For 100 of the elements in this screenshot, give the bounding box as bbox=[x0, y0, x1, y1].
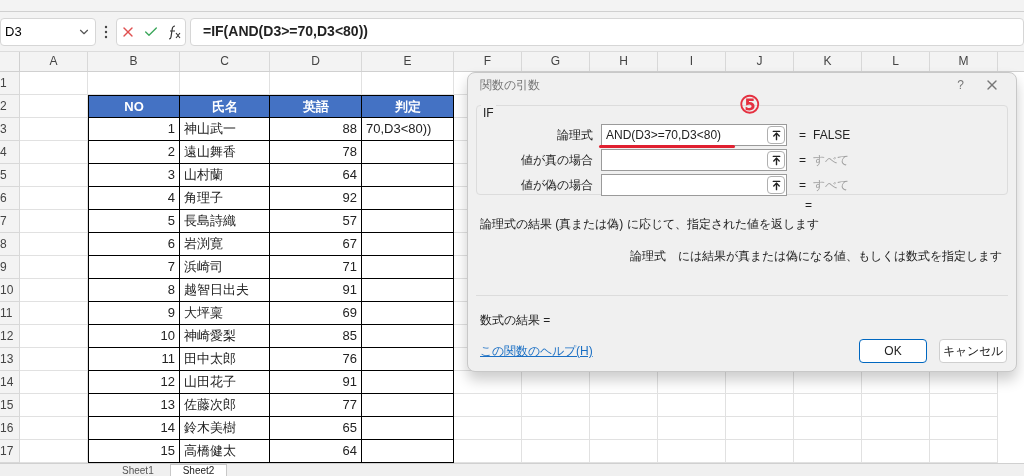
table-cell[interactable] bbox=[362, 279, 454, 302]
table-cell[interactable] bbox=[362, 256, 454, 279]
grid-cell[interactable] bbox=[590, 394, 658, 417]
table-cell[interactable]: 69 bbox=[270, 302, 362, 325]
table-cell[interactable]: 4 bbox=[88, 187, 180, 210]
table-cell[interactable]: 64 bbox=[270, 164, 362, 187]
table-cell[interactable]: 67 bbox=[270, 233, 362, 256]
column-label[interactable]: C bbox=[220, 52, 229, 70]
table-cell[interactable]: 3 bbox=[88, 164, 180, 187]
grid-cell[interactable] bbox=[590, 417, 658, 440]
table-cell[interactable]: 山田花子 bbox=[180, 371, 270, 394]
column-label[interactable]: D bbox=[311, 52, 320, 70]
table-cell[interactable]: 鈴木美樹 bbox=[180, 417, 270, 440]
dialog-button[interactable]: キャンセル bbox=[939, 339, 1007, 363]
table-cell[interactable]: 1 bbox=[88, 118, 180, 141]
argument-field[interactable] bbox=[601, 174, 787, 196]
table-cell[interactable] bbox=[362, 141, 454, 164]
table-cell[interactable] bbox=[362, 348, 454, 371]
grid-cell[interactable] bbox=[454, 394, 522, 417]
column-label[interactable]: H bbox=[619, 52, 628, 70]
table-cell[interactable]: 76 bbox=[270, 348, 362, 371]
grid-cell[interactable] bbox=[794, 394, 862, 417]
table-cell[interactable]: 神崎愛梨 bbox=[180, 325, 270, 348]
grid-cell[interactable] bbox=[522, 417, 590, 440]
column-label[interactable]: L bbox=[892, 52, 899, 70]
table-cell[interactable]: 岩渕寛 bbox=[180, 233, 270, 256]
argument-field[interactable] bbox=[601, 149, 787, 171]
column-label[interactable]: I bbox=[689, 52, 694, 70]
table-cell[interactable]: 大坪稟 bbox=[180, 302, 270, 325]
collapse-button[interactable] bbox=[767, 151, 785, 169]
table-cell[interactable]: 8 bbox=[88, 279, 180, 302]
table-cell[interactable]: 71 bbox=[270, 256, 362, 279]
column-label[interactable]: E bbox=[403, 52, 412, 70]
table-cell[interactable]: 2 bbox=[88, 141, 180, 164]
table-cell[interactable]: 92 bbox=[270, 187, 362, 210]
grid-cell[interactable] bbox=[794, 417, 862, 440]
table-cell[interactable]: 57 bbox=[270, 210, 362, 233]
column-label[interactable]: B bbox=[129, 52, 138, 70]
table-cell[interactable] bbox=[362, 371, 454, 394]
table-cell[interactable]: 10 bbox=[88, 325, 180, 348]
grid-cell[interactable] bbox=[862, 394, 930, 417]
table-cell[interactable] bbox=[362, 394, 454, 417]
more-icon[interactable] bbox=[104, 24, 108, 39]
grid-cell[interactable] bbox=[930, 417, 998, 440]
sheet-tab[interactable]: Sheet1 bbox=[110, 464, 166, 476]
grid-cell[interactable] bbox=[522, 394, 590, 417]
table-cell[interactable] bbox=[362, 187, 454, 210]
argument-field[interactable]: AND(D3>=70,D3<80) bbox=[601, 124, 787, 146]
table-cell[interactable] bbox=[362, 233, 454, 256]
table-cell[interactable]: 78 bbox=[270, 141, 362, 164]
grid-cell[interactable] bbox=[930, 394, 998, 417]
help-link[interactable]: この関数のヘルプ(H) bbox=[476, 342, 593, 360]
table-cell[interactable]: 88 bbox=[270, 118, 362, 141]
table-cell[interactable] bbox=[362, 440, 454, 463]
table-cell[interactable]: 長島詩織 bbox=[180, 210, 270, 233]
column-label[interactable]: J bbox=[756, 52, 763, 70]
sheet-tab[interactable]: Sheet2 bbox=[169, 464, 228, 476]
table-cell[interactable]: 70,D3<80)) bbox=[362, 118, 454, 141]
table-cell[interactable]: 12 bbox=[88, 371, 180, 394]
grid-cell[interactable] bbox=[454, 417, 522, 440]
collapse-button[interactable] bbox=[767, 176, 785, 194]
grid-cell[interactable] bbox=[20, 72, 88, 95]
table-cell[interactable] bbox=[362, 302, 454, 325]
collapse-button[interactable] bbox=[767, 126, 785, 144]
table-cell[interactable]: 77 bbox=[270, 394, 362, 417]
dialog-button[interactable]: OK bbox=[859, 339, 927, 363]
help-button[interactable]: ? bbox=[957, 76, 964, 94]
table-cell[interactable] bbox=[362, 417, 454, 440]
table-cell[interactable]: 91 bbox=[270, 279, 362, 302]
grid-cell[interactable] bbox=[726, 394, 794, 417]
column-label[interactable]: A bbox=[49, 52, 58, 70]
table-cell[interactable]: 神山武一 bbox=[180, 118, 270, 141]
table-cell[interactable]: 角理子 bbox=[180, 187, 270, 210]
table-cell[interactable]: 64 bbox=[270, 440, 362, 463]
table-cell[interactable]: 9 bbox=[88, 302, 180, 325]
table-cell[interactable]: 佐藤次郎 bbox=[180, 394, 270, 417]
table-cell[interactable]: 85 bbox=[270, 325, 362, 348]
column-label[interactable]: G bbox=[550, 52, 561, 70]
table-cell[interactable]: 13 bbox=[88, 394, 180, 417]
name-box[interactable]: D3 bbox=[0, 17, 96, 46]
grid-cell[interactable] bbox=[862, 417, 930, 440]
table-cell[interactable] bbox=[362, 210, 454, 233]
grid-cell[interactable] bbox=[658, 417, 726, 440]
table-cell[interactable]: 7 bbox=[88, 256, 180, 279]
table-cell[interactable]: 11 bbox=[88, 348, 180, 371]
table-cell[interactable]: 浜崎司 bbox=[180, 256, 270, 279]
table-cell[interactable]: 14 bbox=[88, 417, 180, 440]
table-cell[interactable]: 山村蘭 bbox=[180, 164, 270, 187]
table-cell[interactable]: 65 bbox=[270, 417, 362, 440]
column-label[interactable]: F bbox=[483, 52, 492, 70]
table-cell[interactable] bbox=[362, 164, 454, 187]
column-label[interactable]: K bbox=[823, 52, 832, 70]
grid-cell[interactable] bbox=[726, 417, 794, 440]
table-cell[interactable]: 5 bbox=[88, 210, 180, 233]
table-cell[interactable]: 高橋健太 bbox=[180, 440, 270, 463]
column-label[interactable]: M bbox=[958, 52, 969, 70]
table-cell[interactable]: 6 bbox=[88, 233, 180, 256]
grid-cell[interactable] bbox=[658, 394, 726, 417]
table-cell[interactable] bbox=[362, 325, 454, 348]
table-cell[interactable]: 遠山舞香 bbox=[180, 141, 270, 164]
